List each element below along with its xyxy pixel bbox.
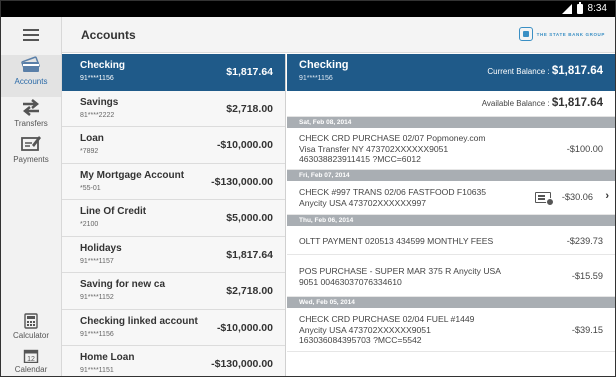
rail-item-accounts[interactable]: Accounts bbox=[1, 55, 61, 97]
account-row[interactable]: Checking 91****1156 $1,817.64 bbox=[62, 54, 285, 91]
transaction-description: CHECK CRD PURCHASE 02/07 Popmoney.com Vi… bbox=[299, 133, 486, 164]
app-header: Accounts THE STATE BANK GROUP bbox=[62, 17, 615, 53]
transaction-row[interactable]: OLTT PAYMENT 020513 434599 MONTHLY FEES … bbox=[287, 226, 615, 255]
nav-rail: Accounts Transfers Payments Calculator 1… bbox=[1, 17, 62, 376]
account-name: Loan bbox=[80, 133, 104, 144]
accounts-list: Checking 91****1156 $1,817.64 Savings 81… bbox=[62, 54, 286, 376]
check-image-icon[interactable] bbox=[535, 192, 554, 206]
account-number: *7892 bbox=[80, 148, 99, 155]
bank-logo: THE STATE BANK GROUP bbox=[518, 27, 605, 41]
account-number: 81****2222 bbox=[80, 111, 115, 119]
account-row[interactable]: Home Loan 91****1151 -$130,000.00 bbox=[62, 346, 285, 376]
account-number: 91****1152 bbox=[80, 294, 114, 301]
account-name: Home Loan bbox=[80, 352, 135, 363]
calendar-icon: 12 bbox=[23, 349, 39, 363]
account-balance: $1,817.64 bbox=[226, 248, 273, 261]
account-number: *55-01 bbox=[80, 184, 101, 192]
date-header: Thu, Feb 06, 2014 bbox=[287, 215, 615, 226]
transaction-amount: -$39.15 bbox=[571, 325, 603, 335]
account-name: Holidays bbox=[80, 242, 122, 254]
account-balance: $2,718.00 bbox=[226, 102, 273, 115]
battery-icon bbox=[576, 1, 583, 14]
payments-icon bbox=[21, 136, 41, 151]
date-header: Sat, Feb 08, 2014 bbox=[287, 117, 615, 128]
account-name: Checking linked account bbox=[80, 315, 198, 327]
available-balance-row: Available Balance : $1,817.64 bbox=[287, 91, 615, 117]
transaction-row[interactable]: CHECK #997 TRANS 02/06 FASTFOOD F10635 A… bbox=[287, 181, 615, 215]
calculator-icon bbox=[24, 313, 38, 329]
details-account-number: 91****1156 bbox=[299, 75, 333, 82]
rail-item-calendar[interactable]: 12 Calendar bbox=[1, 349, 61, 376]
transaction-amount: -$15.59 bbox=[571, 271, 603, 281]
account-row[interactable]: Savings 81****2222 $2,718.00 bbox=[62, 90, 285, 127]
account-number: *2100 bbox=[80, 221, 99, 228]
account-name: Saving for new ca bbox=[80, 279, 166, 290]
account-number: 91****1156 bbox=[80, 75, 114, 82]
current-balance: Current Balance : $1,817.64 bbox=[487, 65, 603, 77]
account-balance: $2,718.00 bbox=[226, 285, 273, 297]
account-balance: -$10,000.00 bbox=[216, 139, 273, 151]
account-row[interactable]: Line Of Credit *2100 $5,000.00 bbox=[62, 200, 285, 237]
rail-item-payments[interactable]: Payments bbox=[1, 133, 61, 175]
details-account-name: Checking bbox=[299, 59, 349, 71]
logo-text: THE STATE BANK GROUP bbox=[536, 31, 605, 37]
transaction-description: CHECK #997 TRANS 02/06 FASTFOOD F10635 A… bbox=[299, 187, 487, 208]
transaction-amount: -$100.00 bbox=[566, 144, 603, 154]
details-header: Checking 91****1156 Current Balance : $1… bbox=[287, 54, 615, 91]
transaction-description: OLTT PAYMENT 020513 434599 MONTHLY FEES bbox=[299, 236, 494, 246]
menu-button[interactable] bbox=[1, 17, 61, 53]
transaction-description: POS PURCHASE - SUPER MAR 375 R Anycity U… bbox=[299, 266, 502, 287]
page-title: Accounts bbox=[81, 28, 136, 42]
account-balance: $5,000.00 bbox=[226, 212, 273, 224]
account-name: Savings bbox=[80, 96, 119, 108]
calendar-day: 12 bbox=[27, 356, 35, 363]
app-frame: 8:34 Accounts Transfers Payments Calcula… bbox=[0, 0, 616, 377]
account-row[interactable]: Holidays 91****1157 $1,817.64 bbox=[62, 236, 285, 273]
account-number: 91****1157 bbox=[80, 257, 114, 265]
signal-icon bbox=[561, 3, 572, 14]
account-name: Checking bbox=[80, 60, 126, 71]
date-header: Wed, Feb 05, 2014 bbox=[287, 297, 615, 308]
transaction-row[interactable]: CHECK CRD PURCHASE 02/04 FUEL #1449 Anyc… bbox=[287, 308, 615, 352]
accounts-icon bbox=[21, 56, 40, 72]
date-header: Fri, Feb 07, 2014 bbox=[287, 170, 615, 181]
transfers-icon bbox=[22, 99, 40, 116]
account-row[interactable]: Checking linked account 91****1156 -$10,… bbox=[62, 309, 285, 346]
hamburger-icon bbox=[23, 34, 39, 36]
chevron-right-icon[interactable]: › bbox=[605, 190, 609, 202]
status-bar: 8:34 bbox=[1, 1, 615, 17]
account-balance: -$10,000.00 bbox=[216, 321, 273, 334]
account-number: 91****1151 bbox=[80, 367, 114, 374]
account-number: 91****1156 bbox=[80, 330, 114, 338]
account-name: Line Of Credit bbox=[80, 206, 147, 217]
account-row[interactable]: Saving for new ca 91****1152 $2,718.00 bbox=[62, 273, 285, 310]
transaction-description: CHECK CRD PURCHASE 02/04 FUEL #1449 Anyc… bbox=[299, 314, 475, 345]
account-name: My Mortgage Account bbox=[80, 169, 185, 181]
status-time: 8:34 bbox=[587, 3, 607, 14]
transaction-row[interactable]: POS PURCHASE - SUPER MAR 375 R Anycity U… bbox=[287, 255, 615, 297]
account-row[interactable]: My Mortgage Account *55-01 -$130,000.00 bbox=[62, 163, 285, 200]
transaction-amount: -$30.06 bbox=[561, 192, 593, 202]
transaction-row[interactable]: CHECK CRD PURCHASE 02/07 Popmoney.com Vi… bbox=[287, 128, 615, 170]
account-balance: $1,817.64 bbox=[226, 66, 273, 78]
account-row[interactable]: Loan *7892 -$10,000.00 bbox=[62, 127, 285, 164]
transaction-amount: -$239.73 bbox=[566, 236, 603, 246]
available-balance: Available Balance : $1,817.64 bbox=[481, 97, 603, 109]
account-balance: -$130,000.00 bbox=[211, 175, 273, 188]
account-balance: -$130,000.00 bbox=[211, 358, 273, 370]
account-details: Checking 91****1156 Current Balance : $1… bbox=[287, 54, 615, 376]
logo-icon bbox=[518, 27, 533, 41]
